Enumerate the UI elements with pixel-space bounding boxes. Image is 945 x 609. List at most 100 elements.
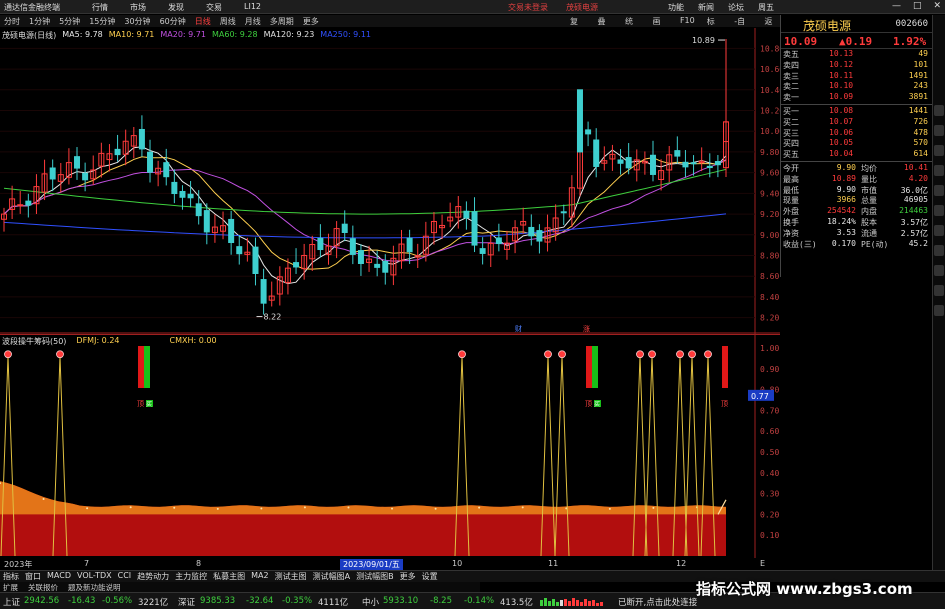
menu-item-quotes[interactable]: 行情: [92, 2, 108, 13]
candle-body: [260, 279, 267, 304]
indicator-tab[interactable]: 指标: [3, 571, 19, 582]
chip-dot: [347, 506, 350, 509]
login-link[interactable]: 交易未登录: [508, 2, 548, 13]
indicator-tick-label: 0.60: [760, 427, 779, 436]
period-tab[interactable]: 1分钟: [29, 16, 50, 27]
side-tool-button[interactable]: [934, 185, 944, 196]
stat-label: 现量: [783, 196, 799, 206]
period-tab[interactable]: 15分钟: [89, 16, 115, 27]
indicator-tab[interactable]: 测试幅图A: [313, 571, 350, 582]
side-tool-button[interactable]: [934, 125, 944, 136]
buy-order-row[interactable]: 买二 10.07 726: [781, 117, 932, 128]
period-tab[interactable]: 日线: [195, 16, 211, 27]
stock-name-link[interactable]: 茂硕电源: [566, 2, 598, 13]
indicator-tab[interactable]: 测试主图: [275, 571, 307, 582]
menu-item-discover[interactable]: 发现: [168, 2, 184, 13]
stat-value: 9.90: [836, 162, 856, 172]
candle-body: [617, 159, 624, 164]
buy-order-row[interactable]: 买三 10.06 478: [781, 128, 932, 139]
sell-volume: 49: [918, 49, 928, 58]
side-tool-button[interactable]: [934, 105, 944, 116]
sell-order-row[interactable]: 卖四 10.12 101: [781, 60, 932, 71]
indicator-tab[interactable]: 私募主图: [213, 571, 245, 582]
dfmj-label: DFMJ: 0.24: [76, 336, 120, 345]
ma120-label: MA120: 9.23: [263, 30, 315, 39]
buy-order-row[interactable]: 买一 10.08 1441: [781, 106, 932, 117]
side-tool-button[interactable]: [934, 205, 944, 216]
side-tool-button[interactable]: [934, 145, 944, 156]
menu-item-market[interactable]: 市场: [130, 2, 146, 13]
period-tab[interactable]: 30分钟: [124, 16, 150, 27]
top-signal-dot: [56, 350, 64, 359]
period-tab[interactable]: 更多: [303, 16, 319, 27]
sell-order-row[interactable]: 卖二 10.10 243: [781, 81, 932, 92]
indicator-tab[interactable]: VOL-TDX: [77, 571, 112, 582]
period-tab[interactable]: 60分钟: [160, 16, 186, 27]
candle-body: [179, 190, 186, 198]
chip-dot: [521, 506, 524, 509]
forum-button[interactable]: 论坛: [728, 2, 744, 13]
indicator-tab[interactable]: 更多: [400, 571, 416, 582]
period-tab[interactable]: 分时: [4, 16, 20, 27]
candle-body: [25, 200, 32, 206]
price-tick-label: 8.60: [760, 272, 779, 281]
sz-index-label: 深证: [178, 598, 196, 608]
stat-row: 净资 3.53 流通 2.57亿: [781, 228, 932, 239]
sell-order-row[interactable]: 卖三 10.11 1491: [781, 71, 932, 82]
function-button[interactable]: 功能: [668, 2, 684, 13]
connection-status[interactable]: 已断开,点击此处连接: [618, 596, 697, 608]
maximize-icon[interactable]: □: [913, 1, 922, 11]
side-tool-button[interactable]: [934, 265, 944, 276]
period-tab[interactable]: 多周期: [270, 16, 294, 27]
cmxh-label: CMXH: 0.00: [169, 336, 217, 345]
top-signal-dot: [558, 350, 566, 359]
candlestick-chart[interactable]: 10.80 10.60 10.40 10.20 10.00 9.80 9.60 9.40 9.2…: [0, 28, 780, 334]
indicator-chart[interactable]: 顶买顶买顶 1.000.900.800.700.600.500.400.300.…: [0, 334, 780, 558]
extension-tab[interactable]: 关联报价: [28, 582, 58, 592]
side-tool-button[interactable]: [934, 165, 944, 176]
sell-volume: 243: [913, 81, 928, 91]
extension-tab[interactable]: 题及新功能说明: [68, 582, 121, 592]
extension-tab[interactable]: 扩展: [3, 582, 18, 592]
side-tool-button[interactable]: [934, 225, 944, 236]
menu-item-user[interactable]: LI12: [244, 2, 261, 13]
sell-order-row[interactable]: 卖五 10.13 49: [781, 49, 932, 60]
news-button[interactable]: 新闻: [698, 2, 714, 13]
indicator-tab[interactable]: 测试幅图B: [356, 571, 394, 582]
chip-dot: [42, 498, 45, 501]
buy-order-row[interactable]: 买五 10.04 614: [781, 149, 932, 160]
period-tab[interactable]: 月线: [245, 16, 261, 27]
side-tool-button[interactable]: [934, 285, 944, 296]
indicator-tab[interactable]: MA2: [251, 571, 268, 582]
price-tick-label: 10.40: [760, 86, 780, 95]
indicator-tab[interactable]: 趋势动力: [137, 571, 169, 582]
side-tool-button[interactable]: [934, 305, 944, 316]
buy-order-row[interactable]: 买四 10.05 570: [781, 138, 932, 149]
period-tab[interactable]: 周线: [220, 16, 236, 27]
minimize-icon[interactable]: —: [892, 1, 901, 11]
indicator-tab[interactable]: MACD: [47, 571, 71, 582]
close-icon[interactable]: ✕: [933, 1, 941, 11]
candle-body: [74, 156, 81, 169]
candle-body: [317, 237, 324, 251]
top-signal-dot: [676, 350, 684, 359]
indicator-title[interactable]: 波段操牛筹码(50): [2, 336, 66, 347]
chip-dot: [173, 506, 176, 509]
period-tab[interactable]: 5分钟: [59, 16, 80, 27]
menu-item-trade[interactable]: 交易: [206, 2, 222, 13]
indicator-tab[interactable]: CCI: [118, 571, 132, 582]
side-tool-button[interactable]: [934, 245, 944, 256]
sell-order-row[interactable]: 卖一 10.09 3891: [781, 92, 932, 103]
candle-body: [625, 157, 632, 169]
ma60-label: MA60: 9.28: [211, 30, 258, 39]
price-change-pct: 1.92%: [893, 35, 927, 48]
indicator-tab[interactable]: 窗口: [25, 571, 41, 582]
stat-value: 9.90: [836, 184, 856, 194]
sh-index-label: 上证: [3, 598, 21, 608]
candle-body: [374, 263, 381, 268]
buy-price: 10.08: [829, 105, 854, 115]
indicator-tab[interactable]: 主力监控: [175, 571, 207, 582]
date-label: 12: [676, 559, 687, 568]
indicator-tab[interactable]: 设置: [422, 571, 438, 582]
sell-volume: 1491: [908, 70, 928, 80]
